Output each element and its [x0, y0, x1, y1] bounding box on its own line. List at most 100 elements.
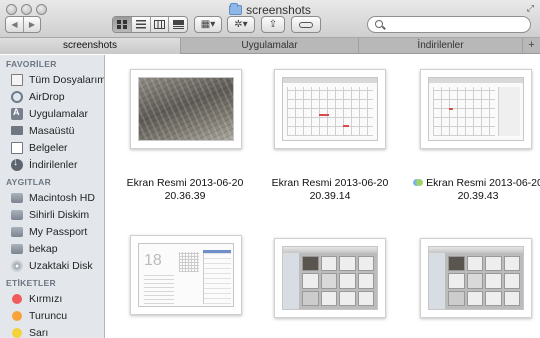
- aerial-city-preview: [138, 77, 234, 141]
- file-name-line1: Ekran Resmi 2013-06-20: [426, 177, 540, 189]
- sidebar-item-my-passport[interactable]: My Passport: [0, 223, 104, 240]
- new-tab-button[interactable]: +: [522, 38, 540, 54]
- preview-detail-column: [203, 250, 231, 304]
- file-name-line2: 20.36.39: [164, 190, 206, 202]
- preview-grid: [287, 87, 373, 136]
- external-disk-icon: [11, 226, 23, 237]
- tag-icon: [299, 21, 313, 28]
- hard-disk-icon: [11, 192, 23, 203]
- devices-header: AYGITLAR: [6, 177, 52, 187]
- fullscreen-icon[interactable]: ⤢: [527, 3, 534, 14]
- file-thumbnail[interactable]: [274, 69, 386, 149]
- calendar-month-preview: [282, 77, 378, 141]
- sidebar-item-label: Sihirli Diskim: [29, 208, 90, 221]
- sidebar-item-tag-yellow[interactable]: Sarı: [0, 324, 104, 338]
- favorites-header: FAVORİLER: [6, 59, 57, 69]
- sidebar-item-tag-red[interactable]: Kırmızı: [0, 290, 104, 307]
- search-field[interactable]: [367, 16, 531, 33]
- list-view-button[interactable]: [131, 17, 150, 32]
- sidebar-item-sihirli-diskim[interactable]: Sihirli Diskim: [0, 206, 104, 223]
- applications-icon: [11, 107, 23, 120]
- calendar-day-preview: 18: [138, 243, 234, 307]
- sidebar-item-label: Tüm Dosyalarım: [29, 73, 105, 86]
- sidebar-item-label: Sarı: [29, 326, 49, 338]
- sidebar-item-tag-orange[interactable]: Turuncu: [0, 307, 104, 324]
- sidebar-item-all-files[interactable]: Tüm Dosyalarım: [0, 71, 104, 88]
- sidebar-item-bekap[interactable]: bekap: [0, 240, 104, 257]
- file-name-line1: Ekran Resmi 2013-06-20: [271, 177, 389, 189]
- tab-bar: screenshots Uygulamalar İndirilenler +: [0, 38, 540, 54]
- arrange-button[interactable]: ▦▾: [195, 17, 221, 32]
- sidebar-item-label: AirDrop: [29, 90, 65, 103]
- window-title-text: screenshots: [246, 3, 311, 17]
- sidebar-item-remote-disc[interactable]: Uzaktaki Disk: [0, 257, 104, 274]
- file-thumbnail[interactable]: [420, 69, 532, 149]
- folder-icon: [229, 3, 243, 15]
- preview-sidebar: [283, 253, 299, 309]
- file-thumbnail[interactable]: [420, 238, 532, 318]
- preview-sidebar: [429, 253, 445, 309]
- documents-icon: [11, 141, 23, 154]
- file-thumbnail[interactable]: [130, 69, 242, 149]
- sidebar-item-macintosh-hd[interactable]: Macintosh HD: [0, 189, 104, 206]
- file-thumbnail[interactable]: 18: [130, 235, 242, 315]
- calendar-month-panel-preview: [428, 77, 524, 141]
- preview-event: [319, 114, 329, 116]
- preview-lines: [144, 274, 174, 304]
- file-name-line1-wrap: Ekran Resmi 2013-06-20: [404, 177, 540, 190]
- icon-view-button[interactable]: [113, 17, 132, 32]
- file-label[interactable]: Ekran Resmi 2013-06-20 20.39.14: [255, 177, 405, 203]
- finder-window-preview: [282, 246, 378, 310]
- preview-grid: [433, 87, 495, 136]
- preview-mini-calendar: [179, 252, 199, 272]
- coverflow-view-icon: [172, 20, 184, 29]
- all-files-icon: [11, 73, 23, 86]
- back-button[interactable]: ◀: [6, 17, 23, 32]
- share-control: ⇪: [261, 16, 285, 33]
- title-bar: screenshots ⤢ ◀ ▶ ▦▾ ✲▾ ⇪: [0, 0, 540, 38]
- edit-tags-button[interactable]: [292, 17, 320, 32]
- column-view-button[interactable]: [149, 17, 169, 32]
- preview-side-panel: [498, 87, 520, 136]
- file-label[interactable]: Ekran Resmi 2013-06-20 20.36.39: [110, 177, 260, 203]
- file-icon-view: Ekran Resmi 2013-06-20 20.36.39 Ekran Re…: [106, 55, 540, 338]
- sidebar-item-label: İndirilenler: [29, 158, 78, 171]
- preview-toolbar: [283, 78, 377, 83]
- coverflow-view-button[interactable]: [168, 17, 187, 32]
- sidebar-item-label: Masaüstü: [29, 124, 75, 137]
- file-name-line1: Ekran Resmi 2013-06-20: [126, 177, 244, 189]
- action-control: ✲▾: [227, 16, 255, 33]
- column-view-icon: [154, 20, 166, 29]
- orange-tag-dot-icon: [12, 310, 22, 321]
- tab-screenshots[interactable]: screenshots: [0, 38, 180, 54]
- file-name-line2: 20.39.14: [309, 190, 351, 202]
- sidebar-item-label: My Passport: [29, 225, 88, 238]
- file-label[interactable]: Ekran Resmi 2013-06-20 20.39.43: [404, 177, 540, 203]
- search-input[interactable]: [388, 18, 526, 31]
- file-thumbnail[interactable]: [274, 238, 386, 318]
- view-mode-control: [112, 16, 188, 33]
- sidebar-item-airdrop[interactable]: AirDrop: [0, 88, 104, 105]
- sidebar-item-label: Belgeler: [29, 141, 68, 154]
- tag-control: [291, 16, 321, 33]
- preview-day-number: 18: [144, 252, 162, 269]
- sidebar-item-applications[interactable]: Uygulamalar: [0, 105, 104, 122]
- sidebar-item-label: Turuncu: [29, 309, 68, 322]
- search-icon: [375, 20, 383, 28]
- action-button[interactable]: ✲▾: [228, 17, 254, 32]
- forward-button[interactable]: ▶: [22, 17, 40, 32]
- downloads-icon: [11, 157, 23, 171]
- remote-disc-icon: [11, 259, 23, 272]
- share-button[interactable]: ⇪: [262, 17, 284, 32]
- red-tag-dot-icon: [12, 293, 22, 304]
- sidebar-item-downloads[interactable]: İndirilenler: [0, 156, 104, 173]
- preview-toolbar: [429, 78, 523, 83]
- sidebar-item-label: bekap: [29, 242, 58, 255]
- tab-uygulamalar[interactable]: Uygulamalar: [180, 38, 358, 54]
- sidebar-item-documents[interactable]: Belgeler: [0, 139, 104, 156]
- airdrop-icon: [11, 90, 23, 103]
- tab-indirilenler[interactable]: İndirilenler: [358, 38, 522, 54]
- sidebar-item-desktop[interactable]: Masaüstü: [0, 122, 104, 139]
- back-forward-control: ◀ ▶: [5, 16, 41, 33]
- sidebar-item-label: Uzaktaki Disk: [29, 259, 93, 272]
